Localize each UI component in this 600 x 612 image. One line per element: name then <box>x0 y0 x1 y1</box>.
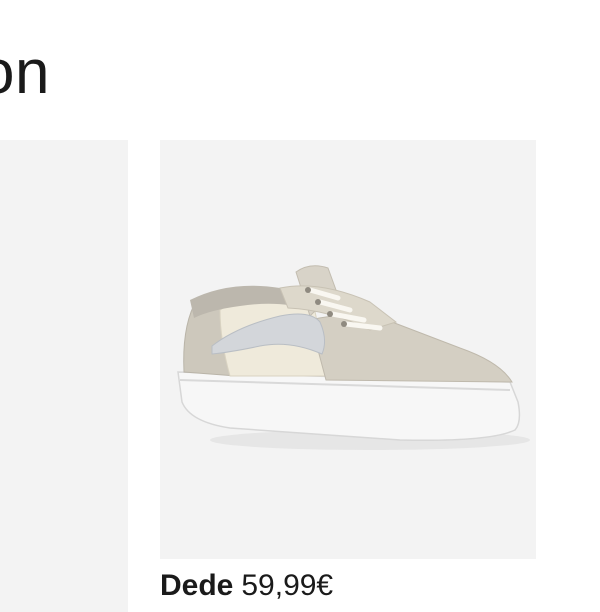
price-prefix: Dede <box>160 569 234 602</box>
toe-panel <box>309 315 513 383</box>
product-image[interactable] <box>160 140 536 559</box>
price-line: Dede 59,99€ <box>160 568 333 604</box>
eyelet <box>305 287 311 293</box>
product-card-partial[interactable] <box>0 140 128 612</box>
page-heading-text: on <box>0 38 50 107</box>
price-value: 59,99€ <box>241 569 334 602</box>
product-card[interactable]: Dede 59,99€ <box>160 140 536 612</box>
eyelet <box>315 299 321 305</box>
eyelet <box>341 321 347 327</box>
sneaker-image <box>177 265 530 450</box>
product-listing-page: on <box>0 0 600 612</box>
eyelet <box>327 311 333 317</box>
